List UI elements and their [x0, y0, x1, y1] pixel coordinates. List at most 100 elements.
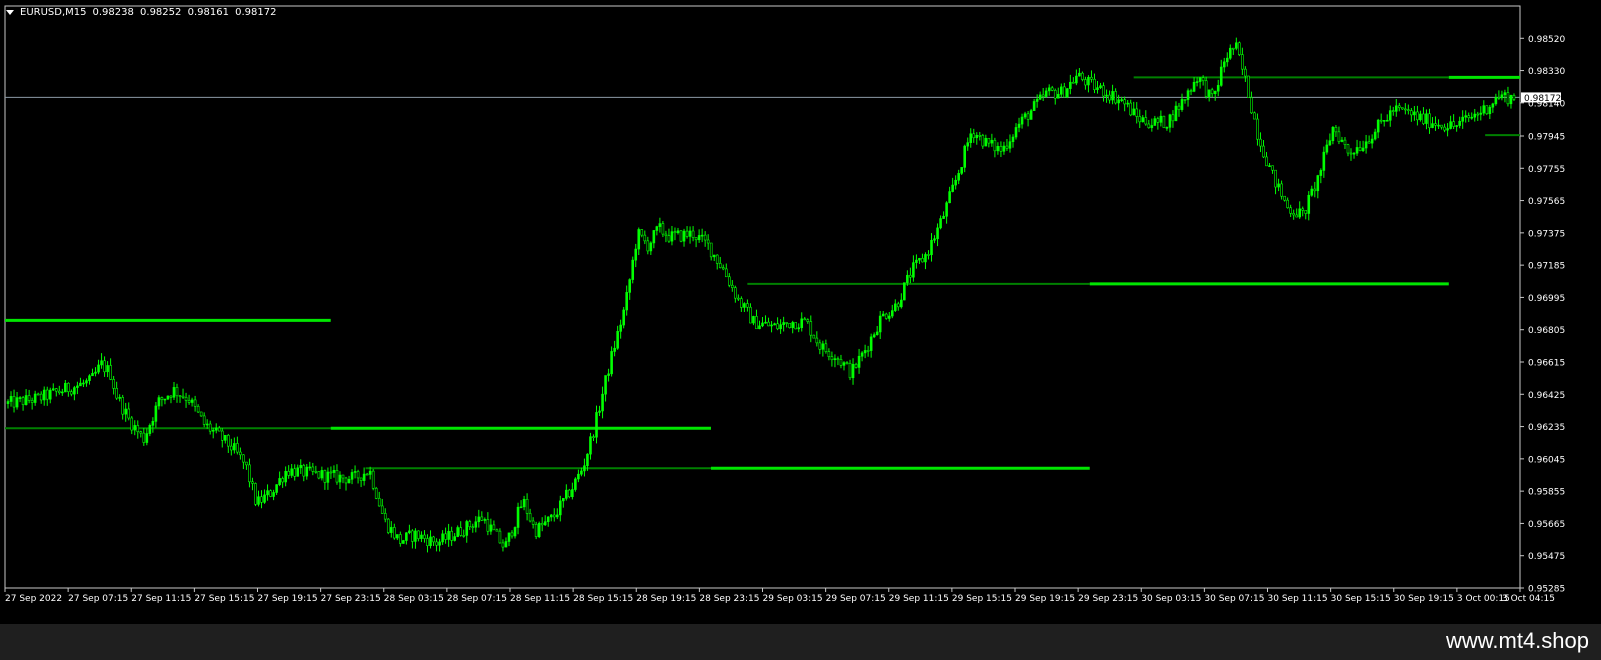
- candle-body: [1195, 81, 1199, 83]
- candle-body: [815, 337, 819, 344]
- candle: [1509, 94, 1513, 109]
- candle: [912, 255, 915, 282]
- candle-body: [543, 521, 547, 526]
- candle-body: [429, 536, 432, 546]
- candle-body: [383, 513, 387, 520]
- candle-body: [214, 427, 218, 431]
- candle-body: [661, 223, 665, 235]
- candle: [595, 405, 598, 444]
- candle-body: [1138, 116, 1142, 123]
- candle: [353, 465, 357, 479]
- candle: [915, 254, 918, 269]
- candle: [220, 428, 224, 448]
- candle-body: [1325, 144, 1329, 153]
- candle-body: [525, 499, 529, 514]
- candle: [82, 379, 85, 388]
- candle-body: [45, 389, 49, 400]
- candle: [987, 137, 991, 148]
- candle: [202, 412, 206, 428]
- candle-body: [121, 397, 124, 415]
- candle: [1346, 143, 1350, 157]
- candle: [534, 521, 538, 540]
- candle-body: [1050, 87, 1054, 91]
- candle: [45, 386, 49, 406]
- candle: [118, 394, 121, 402]
- candle-body: [990, 139, 994, 144]
- candle: [501, 539, 505, 552]
- candle-body: [1431, 123, 1434, 128]
- candle: [1328, 133, 1332, 146]
- candle: [251, 477, 254, 491]
- candle: [70, 389, 73, 397]
- candle-body: [1250, 97, 1253, 114]
- candle: [712, 254, 716, 262]
- candle-body: [984, 137, 988, 147]
- candle: [91, 368, 94, 377]
- candle-body: [1041, 94, 1045, 97]
- candle-body: [187, 400, 191, 403]
- candle-body: [118, 397, 121, 399]
- x-tick-label: 28 Sep 15:15: [573, 594, 633, 604]
- y-tick-label: 0.95665: [1528, 520, 1565, 530]
- candle: [613, 340, 616, 357]
- candle: [1162, 115, 1166, 129]
- candle: [1497, 90, 1501, 100]
- candle-body: [127, 408, 131, 419]
- candle-body: [851, 363, 855, 379]
- candle: [1087, 75, 1090, 93]
- candle: [233, 437, 236, 454]
- candle-body: [1090, 76, 1093, 80]
- candle: [1404, 103, 1407, 115]
- candle-body: [1032, 101, 1036, 111]
- candle-body: [1358, 147, 1362, 151]
- candle-body: [652, 230, 656, 244]
- candle: [323, 469, 327, 490]
- candle-body: [64, 382, 67, 393]
- candle-body: [1120, 99, 1123, 101]
- candle-body: [948, 191, 951, 204]
- candle-body: [1165, 127, 1169, 129]
- candle-body: [978, 134, 982, 137]
- candle: [1228, 44, 1232, 60]
- candle-body: [1002, 145, 1006, 152]
- candle-body: [504, 541, 508, 548]
- candle-body: [338, 474, 342, 483]
- candle-body: [1168, 114, 1172, 128]
- candle: [779, 319, 782, 334]
- candle-body: [245, 461, 248, 466]
- candle: [1416, 105, 1419, 126]
- candle: [990, 133, 994, 147]
- candle-body: [1376, 119, 1380, 133]
- chart-window[interactable]: 0.98520 0.98330 0.98140 0.97945 0.97755 0.975…: [0, 0, 1601, 624]
- candle-body: [145, 433, 149, 443]
- candle: [302, 463, 306, 482]
- candle: [706, 234, 710, 250]
- candle: [694, 237, 698, 248]
- candle-body: [770, 324, 773, 327]
- candle: [1280, 180, 1283, 200]
- collapse-triangle-icon[interactable]: [6, 10, 14, 15]
- candle: [625, 285, 628, 316]
- candle: [1452, 114, 1455, 130]
- candle-body: [323, 470, 327, 483]
- candle-body: [1277, 183, 1280, 188]
- price-chart[interactable]: 0.985200.983300.981400.979450.977550.975…: [0, 0, 1601, 624]
- candle-body: [1382, 120, 1386, 122]
- candle-body: [498, 530, 502, 544]
- candle-body: [199, 411, 203, 417]
- candle-body: [697, 235, 701, 241]
- candle-body: [740, 298, 743, 308]
- candle-body: [1388, 110, 1392, 121]
- candle-body: [963, 145, 967, 168]
- candle-body: [1069, 81, 1072, 89]
- candle: [1090, 70, 1093, 83]
- candle: [383, 508, 387, 523]
- candle-body: [909, 274, 912, 278]
- candle: [776, 317, 779, 331]
- candle: [1050, 85, 1054, 92]
- candle-body: [1479, 112, 1483, 115]
- candle: [1491, 102, 1495, 113]
- candle-body: [1286, 199, 1289, 209]
- candle-body: [217, 427, 221, 432]
- candle-body: [97, 364, 100, 373]
